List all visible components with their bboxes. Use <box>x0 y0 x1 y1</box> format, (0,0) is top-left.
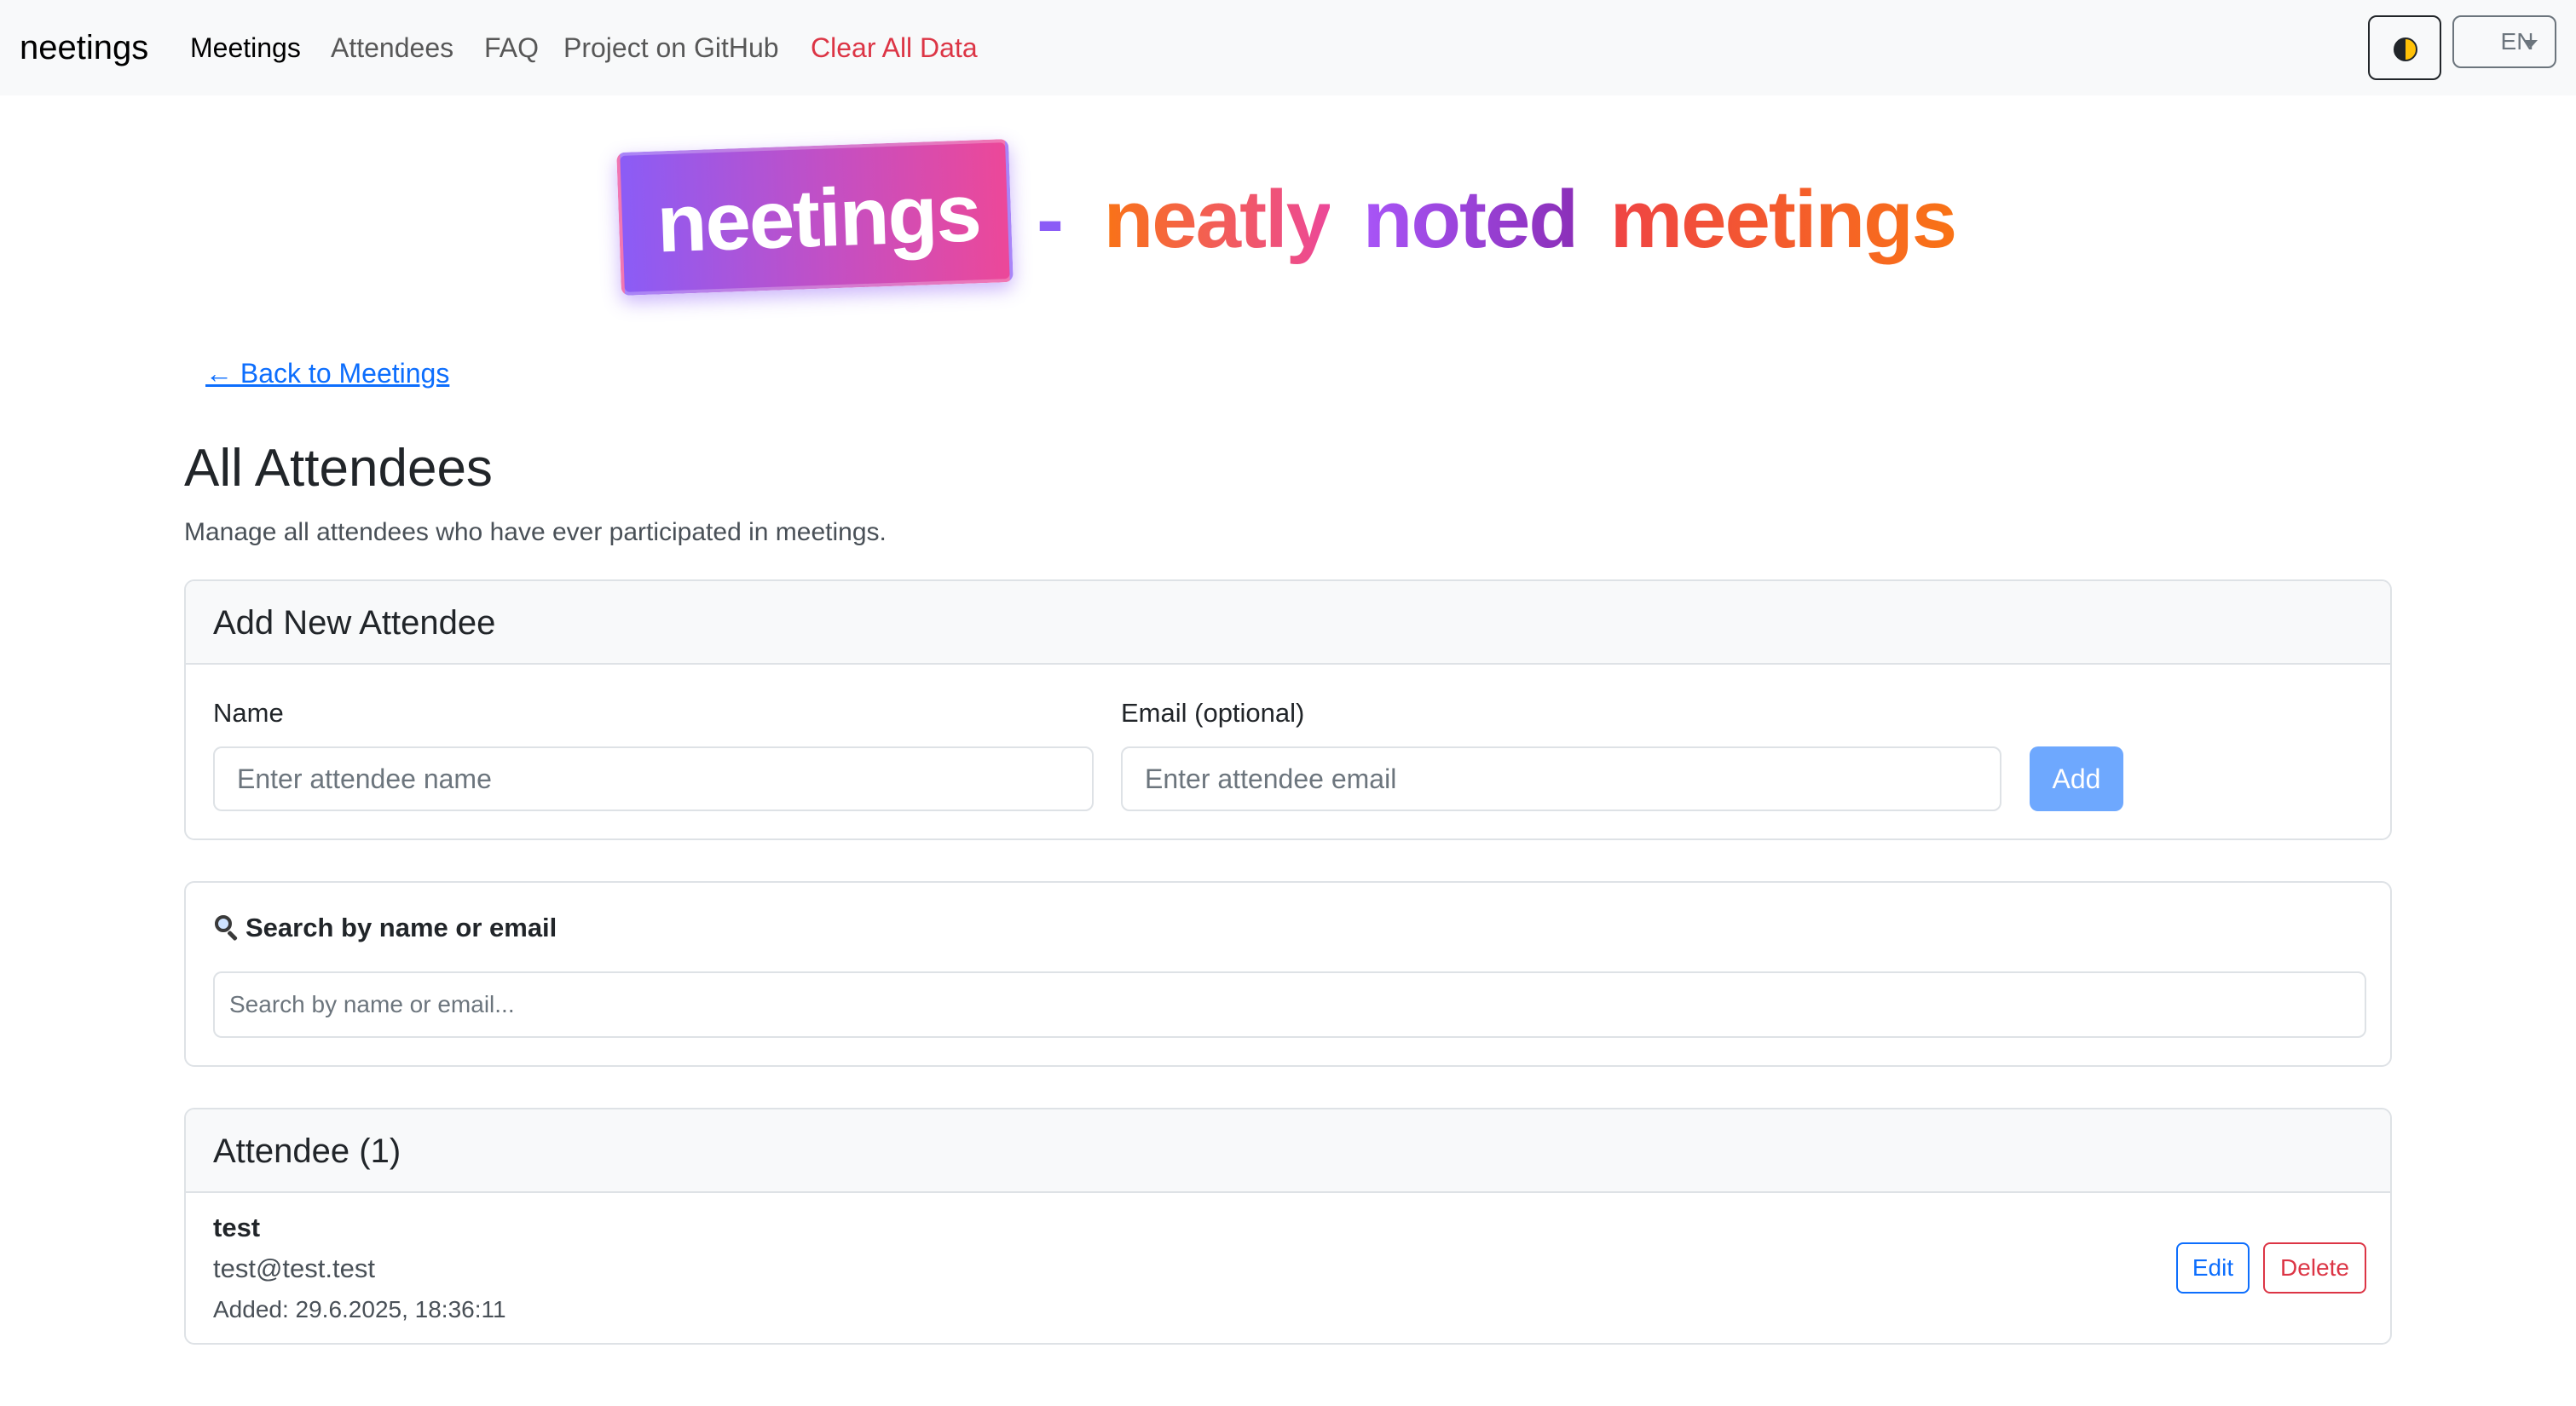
edit-attendee-button[interactable]: Edit <box>2176 1242 2250 1294</box>
add-attendee-title: Add New Attendee <box>213 604 496 642</box>
caret-down-icon <box>2524 40 2538 48</box>
attendee-name-input[interactable] <box>213 746 1094 811</box>
magnifying-glass-icon <box>213 913 239 942</box>
add-attendee-button[interactable]: Add <box>2030 746 2123 811</box>
navbar: neetings Meetings Attendees FAQ Project … <box>0 0 2576 95</box>
nav-link-github[interactable]: Project on GitHub <box>563 29 779 66</box>
delete-attendee-button[interactable]: Delete <box>2263 1242 2366 1294</box>
attendee-list-header: Attendee (1) <box>186 1109 2390 1193</box>
hero-logo-text: neetings <box>655 167 982 270</box>
hero-logo: neetings <box>616 139 1014 296</box>
attendee-list-card: Attendee (1) test test@test.test Added: … <box>184 1108 2392 1345</box>
language-dropdown[interactable]: EN <box>2452 15 2556 68</box>
clear-all-data-link[interactable]: Clear All Data <box>811 29 978 66</box>
search-input[interactable] <box>213 971 2366 1038</box>
tagline-word-neatly: neatly <box>1103 174 1331 265</box>
theme-toggle-button[interactable] <box>2368 15 2441 80</box>
search-label-text: Search by name or email <box>245 913 557 942</box>
attendee-email-input[interactable] <box>1121 746 2001 811</box>
tagline-word-meetings: meetings <box>1609 174 1957 265</box>
search-card: Search by name or email <box>184 881 2392 1067</box>
email-label: Email (optional) <box>1121 698 1305 728</box>
nav-link-meetings[interactable]: Meetings <box>190 29 301 66</box>
name-label: Name <box>213 698 284 728</box>
brand-logo[interactable]: neetings <box>20 26 148 70</box>
hero-tagline: - neatly noted meetings <box>1037 169 1957 271</box>
attendee-added-date: Added: 29.6.2025, 18:36:11 <box>213 1296 506 1322</box>
attendee-name: test <box>213 1213 261 1242</box>
search-label: Search by name or email <box>213 910 557 946</box>
attendee-email: test@test.test <box>213 1253 375 1283</box>
page-description: Manage all attendees who have ever parti… <box>184 518 887 546</box>
nav-link-faq[interactable]: FAQ <box>484 29 539 66</box>
page-title: All Attendees <box>184 439 493 498</box>
tagline-word-noted: noted <box>1362 174 1579 265</box>
nav-link-attendees[interactable]: Attendees <box>331 29 453 66</box>
add-attendee-card: Add New Attendee Name Email (optional) A… <box>184 579 2392 840</box>
half-moon-icon <box>2394 37 2417 61</box>
attendee-count-title: Attendee (1) <box>213 1132 401 1170</box>
add-attendee-card-header: Add New Attendee <box>186 581 2390 665</box>
back-to-meetings-link[interactable]: ← Back to Meetings <box>205 354 449 392</box>
tagline-dash: - <box>1037 174 1064 265</box>
